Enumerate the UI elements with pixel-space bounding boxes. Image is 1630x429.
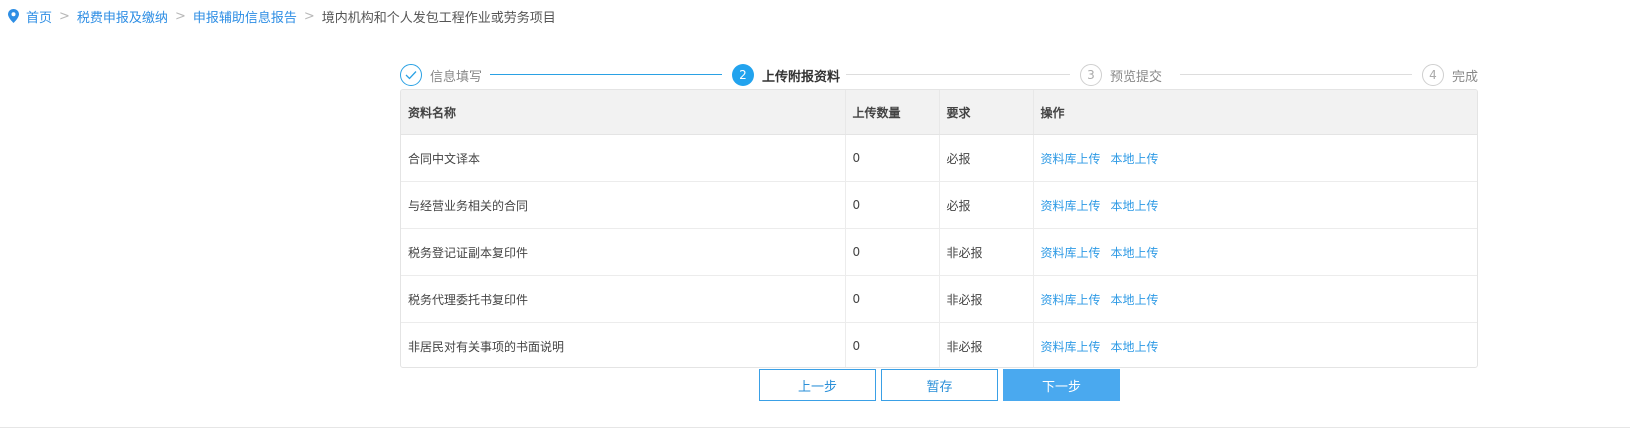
step-3-number: 3 [1080,64,1102,86]
local-upload-link[interactable]: 本地上传 [1111,293,1159,307]
local-upload-link[interactable]: 本地上传 [1111,199,1159,213]
attachment-table: 资料名称 上传数量 要求 操作 合同中文译本 0 必报 资料库上传 本地上传 与经… [400,89,1478,368]
step-2-number: 2 [732,64,754,86]
requirement: 非必报 [939,275,1034,323]
requirement: 必报 [939,134,1034,182]
step-3: 3 预览提交 [1080,62,1162,88]
step-4-label: 完成 [1452,69,1479,85]
actions-cell: 资料库上传 本地上传 [1033,228,1477,276]
library-upload-link[interactable]: 资料库上传 [1041,199,1101,213]
column-header-count: 上传数量 [845,90,940,135]
library-upload-link[interactable]: 资料库上传 [1041,152,1101,166]
column-header-requirement: 要求 [939,90,1034,135]
actions-cell: 资料库上传 本地上传 [1033,181,1477,229]
document-name: 税务登记证副本复印件 [401,228,846,276]
location-pin-icon [8,9,19,23]
table-header-row: 资料名称 上传数量 要求 操作 [401,90,1477,135]
requirement: 必报 [939,181,1034,229]
step-4-number: 4 [1422,64,1444,86]
document-name: 非居民对有关事项的书面说明 [401,322,846,367]
step-connector-2 [846,74,1070,75]
breadcrumb-auxiliary-report-link[interactable]: 申报辅助信息报告 [193,7,297,26]
prev-step-button[interactable]: 上一步 [759,369,876,401]
local-upload-link[interactable]: 本地上传 [1111,246,1159,260]
library-upload-link[interactable]: 资料库上传 [1041,293,1101,307]
step-2-label: 上传附报资料 [762,69,841,85]
step-4: 4 完成 [1422,62,1478,88]
save-draft-button[interactable]: 暂存 [881,369,998,401]
upload-count: 0 [845,228,940,276]
footer-divider [0,427,1630,428]
local-upload-link[interactable]: 本地上传 [1111,152,1159,166]
step-connector-1 [490,74,722,75]
document-name: 与经营业务相关的合同 [401,181,846,229]
table-row: 与经营业务相关的合同 0 必报 资料库上传 本地上传 [401,181,1477,229]
step-1-label: 信息填写 [430,69,483,85]
library-upload-link[interactable]: 资料库上传 [1041,246,1101,260]
upload-count: 0 [845,275,940,323]
breadcrumb-tax-filing-link[interactable]: 税费申报及缴纳 [77,7,168,26]
upload-count: 0 [845,134,940,182]
breadcrumb: 首页 > 税费申报及缴纳 > 申报辅助信息报告 > 境内机构和个人发包工程作业或… [8,5,556,27]
actions-cell: 资料库上传 本地上传 [1033,275,1477,323]
table-row: 税务登记证副本复印件 0 非必报 资料库上传 本地上传 [401,228,1477,276]
local-upload-link[interactable]: 本地上传 [1111,340,1159,354]
step-3-label: 预览提交 [1110,69,1163,85]
upload-count: 0 [845,322,940,367]
step-connector-3 [1180,74,1412,75]
requirement: 非必报 [939,228,1034,276]
step-progress: 信息填写 2 上传附报资料 3 预览提交 4 完成 [400,62,1478,88]
column-header-actions: 操作 [1033,90,1477,135]
check-icon [400,64,422,86]
actions-cell: 资料库上传 本地上传 [1033,323,1477,368]
breadcrumb-home-link[interactable]: 首页 [26,7,52,26]
table-row: 税务代理委托书复印件 0 非必报 资料库上传 本地上传 [401,275,1477,323]
table-row: 合同中文译本 0 必报 资料库上传 本地上传 [401,134,1477,182]
breadcrumb-current: 境内机构和个人发包工程作业或劳务项目 [321,10,556,26]
requirement: 非必报 [939,322,1034,367]
library-upload-link[interactable]: 资料库上传 [1041,340,1101,354]
breadcrumb-separator: > [174,8,186,24]
upload-count: 0 [845,181,940,229]
actions-cell: 资料库上传 本地上传 [1033,134,1477,182]
breadcrumb-separator: > [59,8,70,24]
step-1: 信息填写 [400,62,482,88]
document-name: 合同中文译本 [401,134,846,182]
column-header-name: 资料名称 [401,90,846,135]
table-row: 非居民对有关事项的书面说明 0 非必报 资料库上传 本地上传 [401,322,1477,368]
step-2: 2 上传附报资料 [732,62,840,88]
document-name: 税务代理委托书复印件 [401,275,846,323]
next-step-button[interactable]: 下一步 [1003,369,1120,401]
breadcrumb-separator: > [303,8,315,24]
